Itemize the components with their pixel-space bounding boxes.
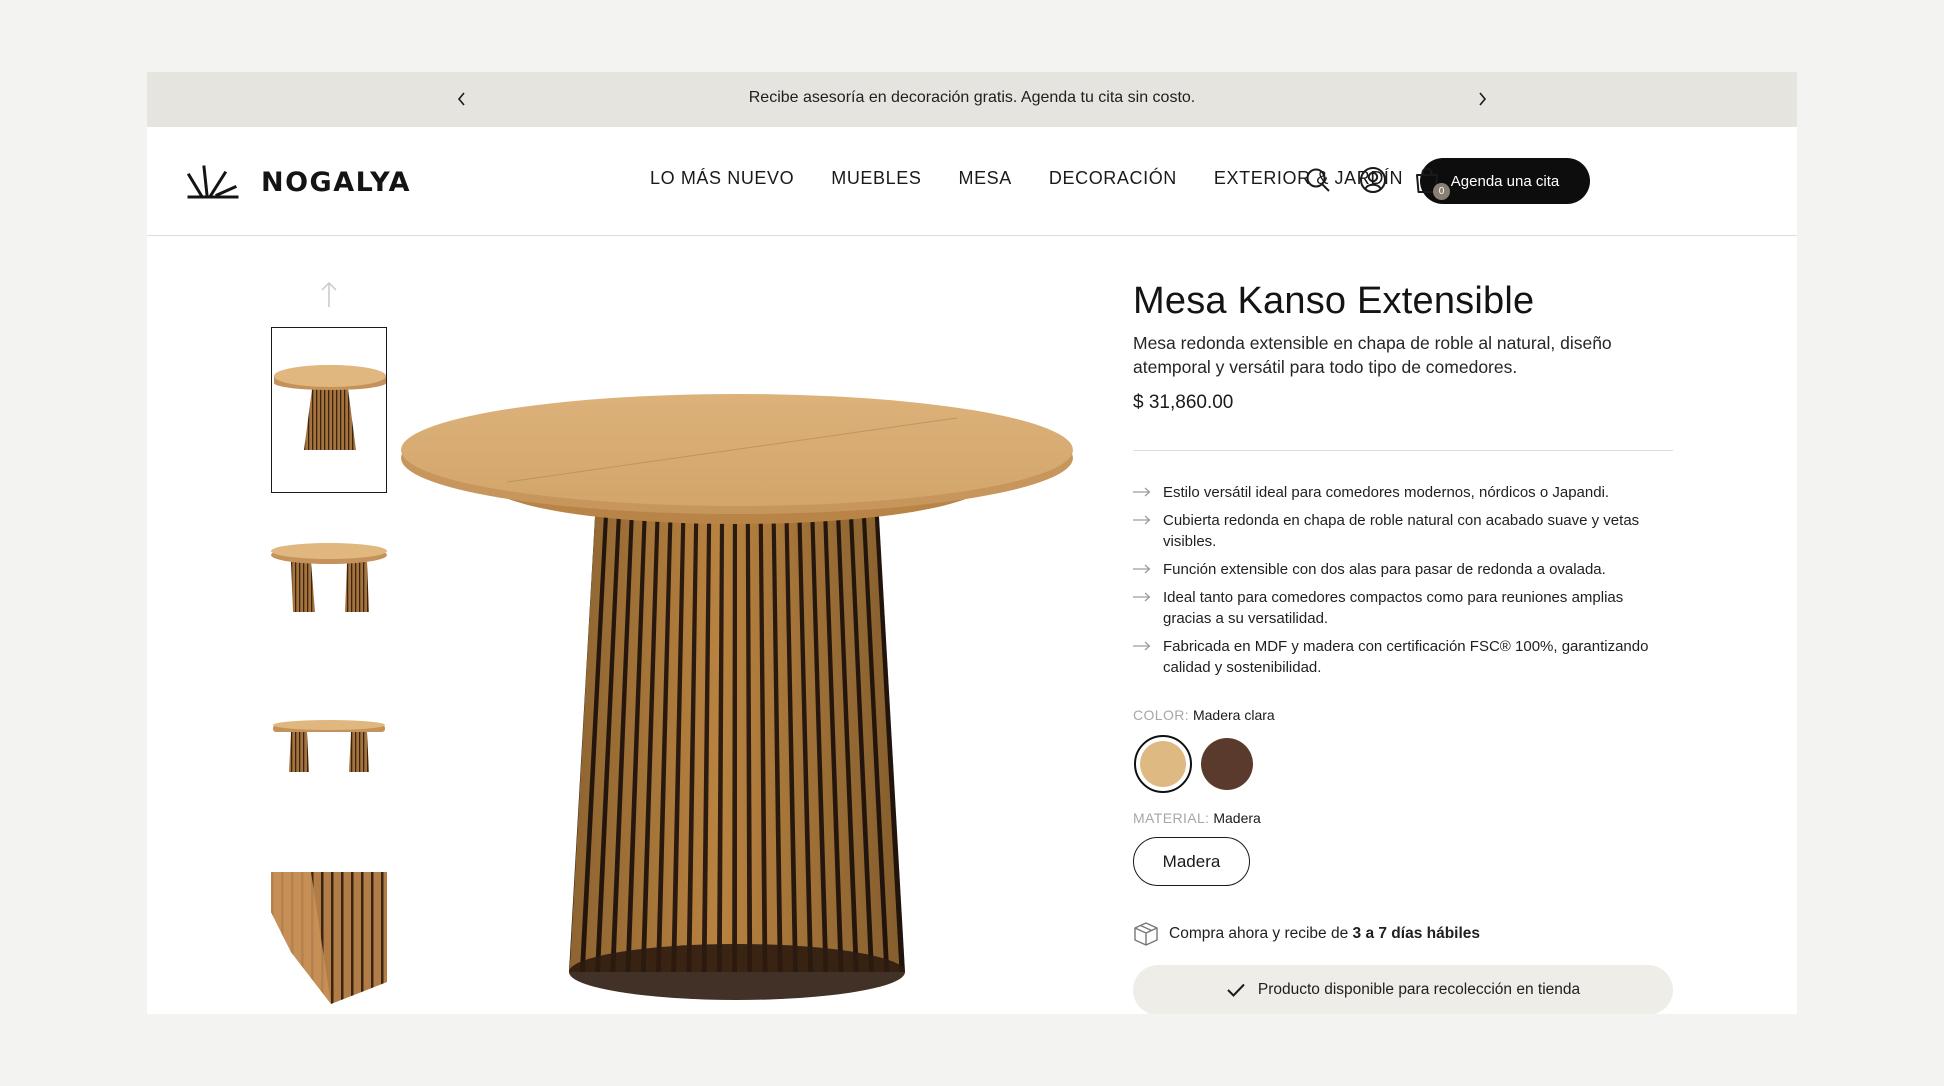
color-label-value: Madera clara: [1192, 707, 1275, 723]
search-icon: [1306, 168, 1330, 192]
announcement-next-button[interactable]: [1469, 86, 1495, 112]
divider: [1133, 450, 1673, 451]
feature-text: Estilo versátil ideal para comedores mod…: [1163, 484, 1610, 501]
arrow-up-icon: [321, 281, 337, 307]
feature-text: Función extensible con dos alas para pas…: [1163, 561, 1606, 578]
gallery-thumbnail[interactable]: [271, 702, 387, 868]
page-frame: Recibe asesoría en decoración gratis. Ag…: [147, 72, 1797, 1014]
feature-text: Cubierta redonda en chapa de roble natur…: [1163, 512, 1640, 550]
gallery-thumbnail[interactable]: [271, 872, 387, 1012]
announcement-message: Recibe asesoría en decoración gratis. Ag…: [748, 89, 1196, 106]
arrow-right-icon: [1133, 641, 1151, 651]
arrow-right-icon: [1133, 564, 1151, 574]
brand-name: NOGALYA: [261, 166, 411, 198]
feature-text: Ideal tanto para comedores compactos com…: [1163, 589, 1624, 627]
feature-item: Ideal tanto para comedores compactos com…: [1133, 587, 1673, 629]
thumbnails-up-button[interactable]: [317, 279, 341, 309]
feature-item: Estilo versátil ideal para comedores mod…: [1133, 482, 1673, 503]
material-option-label: MATERIAL: Madera: [1133, 810, 1261, 826]
account-icon: [1360, 167, 1386, 193]
gallery-thumbnail[interactable]: [271, 522, 387, 688]
product-description: Mesa redonda extensible en chapa de robl…: [1133, 333, 1612, 377]
nav-item-new[interactable]: LO MÁS NUEVO: [650, 168, 794, 189]
checkmark-icon: [1227, 983, 1245, 997]
store-pickup-banner: Producto disponible para recolección en …: [1133, 965, 1673, 1014]
feature-item: Función extensible con dos alas para pas…: [1133, 559, 1673, 580]
table-base-detail-thumbnail: [271, 872, 387, 1004]
main-nav: LO MÁS NUEVO MUEBLES MESA DECORACIÓN EXT…: [650, 168, 1403, 189]
color-swatch-dark-wood[interactable]: [1201, 738, 1253, 790]
arrow-right-icon: [1133, 487, 1151, 497]
chevron-right-icon: [1479, 92, 1487, 106]
cart-button[interactable]: 0: [1412, 165, 1450, 200]
gallery-thumbnail[interactable]: [271, 327, 387, 493]
site-header: NOGALYA LO MÁS NUEVO MUEBLES MESA DECORA…: [147, 127, 1797, 236]
package-icon: [1134, 922, 1158, 946]
shipping-info: Compra ahora y recibe de 3 a 7 días hábi…: [1133, 921, 1480, 947]
table-side-thumbnail: [273, 720, 385, 772]
material-label-key: MATERIAL:: [1133, 810, 1210, 826]
account-button[interactable]: [1358, 165, 1388, 195]
feature-text: Fabricada en MDF y madera con certificac…: [1163, 638, 1649, 676]
nav-item-table[interactable]: MESA: [958, 168, 1011, 189]
color-option-label: COLOR: Madera clara: [1133, 707, 1275, 723]
announcement-bar: Recibe asesoría en decoración gratis. Ag…: [147, 72, 1797, 127]
swatch-fill: [1140, 741, 1186, 787]
feature-list: Estilo versátil ideal para comedores mod…: [1133, 482, 1673, 685]
pickup-text: Producto disponible para recolección en …: [1257, 981, 1581, 998]
table-extended-thumbnail: [271, 543, 387, 612]
feature-item: Cubierta redonda en chapa de roble natur…: [1133, 510, 1673, 552]
arrow-right-icon: [1133, 515, 1151, 525]
nav-item-furniture[interactable]: MUEBLES: [831, 168, 921, 189]
brand-logo[interactable]: NOGALYA: [187, 165, 411, 199]
arrow-right-icon: [1133, 592, 1151, 602]
color-label-key: COLOR:: [1133, 707, 1190, 723]
cart-count-badge: 0: [1433, 183, 1450, 200]
shipping-prefix: Compra ahora y recibe de: [1169, 925, 1353, 942]
logo-mark-icon: [187, 165, 239, 199]
shipping-text: Compra ahora y recibe de 3 a 7 días hábi…: [1169, 925, 1480, 943]
feature-item: Fabricada en MDF y madera con certificac…: [1133, 636, 1673, 678]
material-label-value: Madera: [1213, 810, 1261, 826]
product-main-image: [401, 394, 1073, 1000]
product-title: Mesa Kanso Extensible: [1133, 280, 1535, 322]
product-price: $ 31,860.00: [1133, 392, 1234, 413]
color-swatch-light-wood[interactable]: [1134, 735, 1192, 793]
material-option-button[interactable]: Madera: [1133, 837, 1250, 886]
table-front-thumbnail: [274, 365, 386, 450]
search-button[interactable]: [1303, 165, 1333, 195]
nav-item-decor[interactable]: DECORACIÓN: [1049, 168, 1177, 189]
shipping-days: 3 a 7 días hábiles: [1352, 925, 1481, 942]
